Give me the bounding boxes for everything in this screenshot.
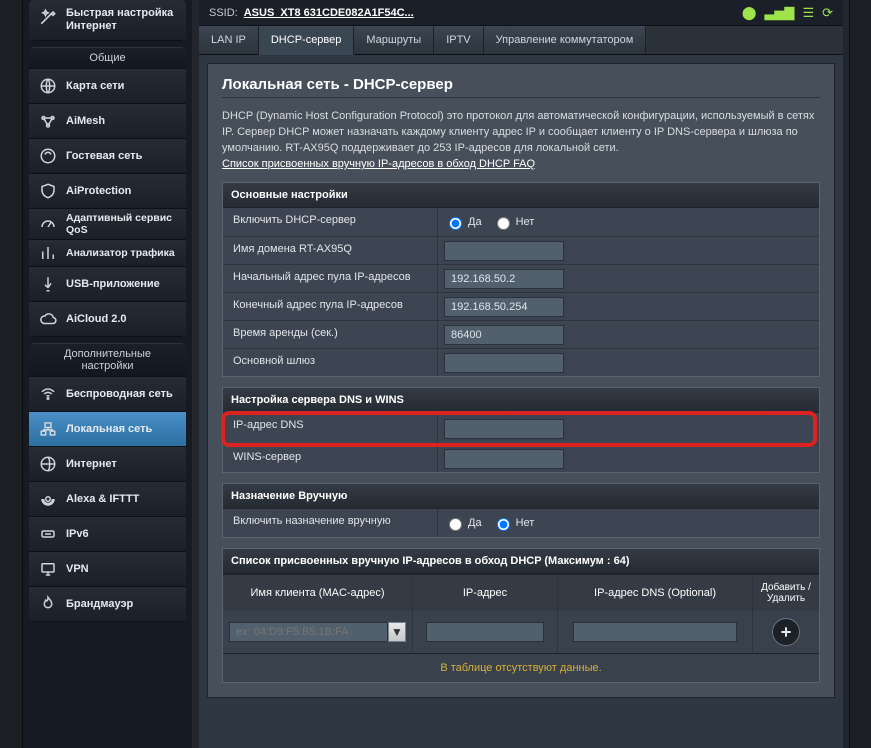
wifi-icon xyxy=(38,384,58,404)
quick-setup-l2: Интернет xyxy=(66,20,173,33)
monitor-icon xyxy=(38,559,58,579)
label-enable-dhcp: Включить DHCP-сервер xyxy=(223,208,438,236)
radio-enable-yes[interactable]: Да xyxy=(444,214,482,230)
col-ip: IP-адрес xyxy=(413,575,558,611)
panel-dns: Настройка сервера DNS и WINS IP-адрес DN… xyxy=(222,387,820,473)
ipv6-icon xyxy=(38,524,58,544)
radio-enable-no[interactable]: Нет xyxy=(492,214,535,230)
faq-link[interactable]: Список присвоенных вручную IP-адресов в … xyxy=(222,158,535,170)
status-icon-1[interactable]: ⬤ xyxy=(742,5,757,21)
sidebar-item-network-map[interactable]: Карта сети xyxy=(29,69,186,104)
tab-bar: LAN IP DHCP-сервер Маршруты IPTV Управле… xyxy=(199,26,843,55)
tab-dhcp[interactable]: DHCP-сервер xyxy=(259,26,355,55)
radio-manual-no[interactable]: Нет xyxy=(492,515,535,531)
globe-icon xyxy=(38,76,58,96)
label-pool-start: Начальный адрес пула IP-адресов xyxy=(223,265,438,292)
status-icons: ⬤ ▃▅▇ ☰ ⟳ xyxy=(742,5,833,21)
input-gateway[interactable] xyxy=(444,353,564,373)
ssid-value[interactable]: ASUS_XT8 631CDE082A1F54C... xyxy=(244,7,414,19)
label-dns: IP-адрес DNS xyxy=(223,413,438,444)
guest-icon xyxy=(38,146,58,166)
sidebar: Быстрая настройка Интернет Общие Карта с… xyxy=(23,0,192,748)
radio-manual-yes[interactable]: Да xyxy=(444,515,482,531)
tab-iptv[interactable]: IPTV xyxy=(434,26,483,54)
sidebar-item-wireless[interactable]: Беспроводная сеть xyxy=(29,377,186,412)
status-bar: SSID: ASUS_XT8 631CDE082A1F54C... ⬤ ▃▅▇ … xyxy=(199,0,843,26)
mesh-icon xyxy=(38,111,58,131)
panel-dns-header: Настройка сервера DNS и WINS xyxy=(223,388,819,413)
input-mac[interactable] xyxy=(229,622,388,642)
sidebar-item-traffic-analyzer[interactable]: Анализатор трафика xyxy=(29,240,186,267)
main-panel: SSID: ASUS_XT8 631CDE082A1F54C... ⬤ ▃▅▇ … xyxy=(199,0,843,748)
bars-icon xyxy=(38,243,58,263)
sidebar-item-wan[interactable]: Интернет xyxy=(29,447,186,482)
tab-lan-ip[interactable]: LAN IP xyxy=(199,26,259,54)
chevron-down-icon: ▼ xyxy=(391,625,403,639)
input-domain[interactable] xyxy=(444,241,564,261)
panel-basic-header: Основные настройки xyxy=(223,183,819,208)
add-button[interactable] xyxy=(772,618,800,646)
usb-icon xyxy=(38,274,58,294)
sidebar-quick-setup[interactable]: Быстрая настройка Интернет xyxy=(29,0,186,41)
sidebar-item-firewall[interactable]: Брандмауэр xyxy=(29,587,186,622)
tab-switch[interactable]: Управление коммутатором xyxy=(484,26,647,54)
lan-icon xyxy=(38,419,58,439)
sidebar-item-qos[interactable]: Адаптивный сервис QoS xyxy=(29,209,186,240)
label-manual-enable: Включить назначение вручную xyxy=(223,509,438,537)
sidebar-advanced-title: Дополнительные настройки xyxy=(29,343,186,377)
table-empty-message: В таблице отсутствуют данные. xyxy=(223,653,819,682)
ssid-label: SSID: xyxy=(209,7,238,19)
panel-manual: Назначение Вручную Включить назначение в… xyxy=(222,483,820,538)
label-lease: Время аренды (сек.) xyxy=(223,321,438,348)
status-icon-3[interactable]: ☰ xyxy=(802,5,814,21)
magic-wand-icon xyxy=(38,7,58,27)
table-row: ▼ xyxy=(223,611,819,653)
sidebar-item-usb-app[interactable]: USB-приложение xyxy=(29,267,186,302)
flame-icon xyxy=(38,594,58,614)
panel-list: Список присвоенных вручную IP-адресов в … xyxy=(222,548,820,683)
gauge-icon xyxy=(38,214,58,234)
input-row-ip[interactable] xyxy=(426,622,545,642)
content: Локальная сеть - DHCP-сервер DHCP (Dynam… xyxy=(207,63,835,698)
mac-dropdown-button[interactable]: ▼ xyxy=(388,622,406,642)
input-dns[interactable] xyxy=(444,419,564,439)
tab-routes[interactable]: Маршруты xyxy=(354,26,434,54)
sidebar-item-lan[interactable]: Локальная сеть xyxy=(29,412,186,447)
label-gateway: Основной шлюз xyxy=(223,349,438,376)
sidebar-item-aimesh[interactable]: AiMesh xyxy=(29,104,186,139)
sidebar-item-guest[interactable]: Гостевая сеть xyxy=(29,139,186,174)
input-lease[interactable] xyxy=(444,325,564,345)
status-icon-2[interactable]: ▃▅▇ xyxy=(764,5,794,21)
sidebar-item-vpn[interactable]: VPN xyxy=(29,552,186,587)
input-pool-start[interactable] xyxy=(444,269,564,289)
globe-icon xyxy=(38,454,58,474)
input-row-dns[interactable] xyxy=(573,622,737,642)
label-wins: WINS-сервер xyxy=(223,445,438,472)
sidebar-item-aicloud[interactable]: AiCloud 2.0 xyxy=(29,302,186,337)
col-mac: Имя клиента (MAC-адрес) xyxy=(223,575,413,611)
panel-manual-header: Назначение Вручную xyxy=(223,484,819,509)
panel-basic: Основные настройки Включить DHCP-сервер … xyxy=(222,182,820,377)
label-pool-end: Конечный адрес пула IP-адресов xyxy=(223,293,438,320)
col-act: Добавить / Удалить xyxy=(753,575,819,611)
table-header: Имя клиента (MAC-адрес) IP-адрес IP-адре… xyxy=(223,574,819,611)
page-title: Локальная сеть - DHCP-сервер xyxy=(222,76,820,93)
sidebar-item-ipv6[interactable]: IPv6 xyxy=(29,517,186,552)
voice-icon xyxy=(38,489,58,509)
quick-setup-l1: Быстрая настройка xyxy=(66,7,173,20)
cloud-icon xyxy=(38,309,58,329)
status-icon-4[interactable]: ⟳ xyxy=(822,5,833,21)
sidebar-general-title: Общие xyxy=(29,47,186,69)
col-dns: IP-адрес DNS (Optional) xyxy=(558,575,753,611)
panel-list-header: Список присвоенных вручную IP-адресов в … xyxy=(223,549,819,574)
input-wins[interactable] xyxy=(444,449,564,469)
sidebar-item-alexa[interactable]: Alexa & IFTTT xyxy=(29,482,186,517)
label-domain: Имя домена RT-AX95Q xyxy=(223,237,438,264)
input-pool-end[interactable] xyxy=(444,297,564,317)
page-description: DHCP (Dynamic Host Configuration Protoco… xyxy=(222,108,820,172)
sidebar-item-aiprotection[interactable]: AiProtection xyxy=(29,174,186,209)
shield-icon xyxy=(38,181,58,201)
plus-icon xyxy=(778,624,794,640)
